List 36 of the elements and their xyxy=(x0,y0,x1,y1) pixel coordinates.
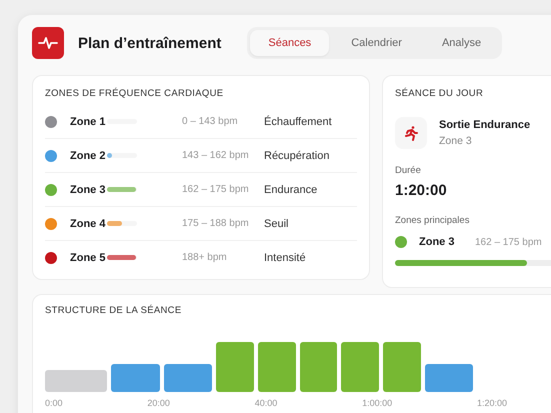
zone-name: Zone 3 xyxy=(70,184,106,196)
heartbeat-icon xyxy=(32,27,64,59)
zone-range: 175 – 188 bpm xyxy=(182,218,250,229)
zone-range: 143 – 162 bpm xyxy=(182,150,250,161)
app-title: Plan d’entraînement xyxy=(78,34,222,52)
zone-range: 162 – 175 bpm xyxy=(182,184,250,195)
time-tick: 1:00:00 xyxy=(362,398,392,408)
section-title: STRUCTURE DE LA SÉANCE xyxy=(45,305,182,316)
section-title: SÉANCE DU JOUR xyxy=(395,88,484,99)
zone-label: Échauffement xyxy=(264,116,332,128)
session-zone: Zone 3 xyxy=(439,135,473,147)
tab[interactable]: Séances xyxy=(250,30,330,56)
zone-name: Zone 5 xyxy=(70,252,106,264)
section-title: ZONES DE FRÉQUENCE CARDIAQUE xyxy=(45,88,224,99)
zone-range: 188+ bpm xyxy=(182,252,228,263)
zone-name: Zone 1 xyxy=(70,116,106,128)
runner-icon xyxy=(395,117,427,149)
time-tick: 20:00 xyxy=(147,398,170,408)
zone-label: Récupération xyxy=(264,150,330,162)
zone-range: 0 – 143 bpm xyxy=(182,116,239,127)
time-tick: 1:20:00 xyxy=(476,398,507,408)
zone-name: Zone 2 xyxy=(70,150,106,162)
zone-label: Intensité xyxy=(264,252,306,264)
zone-label: Seuil xyxy=(264,218,288,230)
time-tick: 0:00 xyxy=(45,398,63,408)
duration-label: Durée xyxy=(395,165,422,176)
tab[interactable]: Calendrier xyxy=(333,30,420,56)
zone-label: Endurance xyxy=(264,184,318,196)
duration-value: 1:20:00 xyxy=(395,182,448,199)
zones-label: Zones principales xyxy=(395,215,470,226)
zone-name: Zone 3 xyxy=(419,236,456,248)
session-name: Sortie Endurance xyxy=(439,119,530,131)
zone-range: 162 – 175 bpm xyxy=(475,236,542,248)
zone-name: Zone 4 xyxy=(70,218,106,230)
time-tick: 40:00 xyxy=(254,398,278,408)
tab[interactable]: Analyse xyxy=(424,30,500,56)
